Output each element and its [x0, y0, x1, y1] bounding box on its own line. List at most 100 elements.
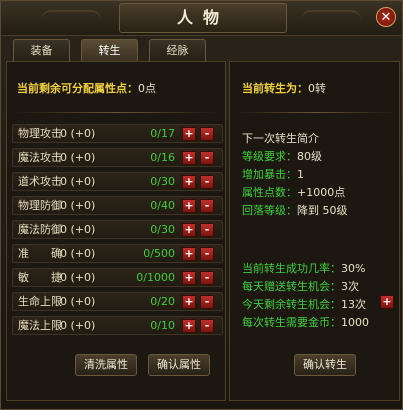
attribute-value: 0 (+0) — [60, 175, 96, 188]
gold-cost: 每次转生需要金币：1000 — [242, 314, 369, 330]
attribute-row: 敏 捷0 (+0) 0/1000 + - — [12, 268, 223, 287]
attribute-row: 物理攻击 0 (+0) 0/17 + - — [12, 124, 223, 143]
decrease-attribute-button[interactable]: - — [200, 295, 214, 309]
increase-attribute-button[interactable]: + — [182, 247, 196, 261]
success-rate-label: 当前转生成功几率： — [242, 262, 341, 275]
crit-bonus-label: 增加暴击： — [242, 168, 297, 181]
attribute-row: 准 确0 (+0) 0/500 + - — [12, 244, 223, 263]
drop-level: 回落等级：降到 50级 — [242, 202, 348, 218]
attribute-name: 生命上限 — [18, 295, 62, 308]
attribute-progress: 0/30 — [150, 223, 175, 236]
remaining-points-value: 0点 — [138, 82, 156, 95]
decrease-attribute-button[interactable]: - — [200, 151, 214, 165]
attribute-row: 生命上限 0 (+0) 0/20 + - — [12, 292, 223, 311]
attribute-progress: 0/1000 — [136, 271, 175, 284]
level-requirement: 等级要求：80级 — [242, 148, 322, 164]
crit-bonus-value: 1 — [297, 168, 304, 181]
tab-equipment[interactable]: 装备 — [13, 39, 70, 62]
attribute-panel: 当前剩余可分配属性点：0点 物理攻击 0 (+0) 0/17 + - 魔法攻击 0 (+0)… — [6, 61, 226, 401]
decrease-attribute-button[interactable]: - — [200, 127, 214, 141]
drop-level-label: 回落等级： — [242, 204, 297, 217]
remaining-chances-label: 今天剩余转生机会： — [242, 298, 341, 311]
clear-attributes-button[interactable]: 清洗属性 — [75, 354, 137, 376]
attribute-value: 0 (+0) — [60, 199, 96, 212]
attribute-value: 0 (+0) — [60, 127, 96, 140]
increase-attribute-button[interactable]: + — [182, 295, 196, 309]
attribute-progress: 0/30 — [150, 175, 175, 188]
tab-meridian[interactable]: 经脉 — [149, 39, 206, 62]
next-rebirth-title: 下一次转生简介 — [242, 132, 319, 145]
title-bar: 人物 ✕ — [1, 1, 402, 36]
attribute-row: 魔法上限 0 (+0) 0/10 + - — [12, 316, 223, 335]
divider — [236, 112, 394, 113]
attribute-progress: 0/16 — [150, 151, 175, 164]
attribute-value: 0 (+0) — [60, 247, 96, 260]
attribute-progress: 0/500 — [143, 247, 175, 260]
daily-gift-value: 3次 — [341, 280, 359, 293]
increase-attribute-button[interactable]: + — [182, 151, 196, 165]
crit-bonus: 增加暴击：1 — [242, 166, 304, 182]
rebirth-panel: 当前转生为：0转 下一次转生简介 等级要求：80级 增加暴击：1 属性点数：+1… — [229, 61, 400, 401]
attribute-name: 物理攻击 — [18, 127, 62, 140]
current-rebirth-value: 0转 — [308, 82, 326, 95]
attribute-value: 0 (+0) — [60, 319, 96, 332]
attribute-value: 0 (+0) — [60, 223, 96, 236]
attribute-name: 敏 捷 — [18, 271, 62, 284]
confirm-rebirth-button[interactable]: 确认转生 — [294, 354, 356, 376]
attribute-value: 0 (+0) — [60, 151, 96, 164]
decrease-attribute-button[interactable]: - — [200, 175, 214, 189]
current-rebirth: 当前转生为：0转 — [242, 80, 326, 96]
daily-gift-label: 每天赠送转生机会： — [242, 280, 341, 293]
increase-attribute-button[interactable]: + — [182, 223, 196, 237]
remaining-points: 当前剩余可分配属性点：0点 — [17, 80, 156, 96]
attribute-name: 准 确 — [18, 247, 62, 260]
attribute-value: 0 (+0) — [60, 295, 96, 308]
daily-gift-chances: 每天赠送转生机会：3次 — [242, 278, 359, 294]
success-rate-value: 30% — [341, 262, 366, 275]
attribute-points-label: 属性点数： — [242, 186, 297, 199]
increase-attribute-button[interactable]: + — [182, 271, 196, 285]
attribute-progress: 0/10 — [150, 319, 175, 332]
success-rate: 当前转生成功几率：30% — [242, 260, 365, 276]
increase-attribute-button[interactable]: + — [182, 175, 196, 189]
current-rebirth-label: 当前转生为： — [242, 82, 308, 95]
increase-attribute-button[interactable]: + — [182, 199, 196, 213]
divider — [15, 112, 219, 113]
level-requirement-value: 80级 — [297, 150, 322, 163]
attribute-progress: 0/20 — [150, 295, 175, 308]
attribute-points-value: +1000点 — [297, 186, 346, 199]
increase-attribute-button[interactable]: + — [182, 319, 196, 333]
remaining-points-label: 当前剩余可分配属性点： — [17, 82, 138, 95]
close-icon[interactable]: ✕ — [376, 7, 396, 27]
remaining-chances: 今天剩余转生机会：13次 — [242, 296, 366, 312]
confirm-attributes-button[interactable]: 确认属性 — [148, 354, 210, 376]
attribute-name: 魔法攻击 — [18, 151, 62, 164]
decrease-attribute-button[interactable]: - — [200, 271, 214, 285]
gold-cost-label: 每次转生需要金币： — [242, 316, 341, 329]
attribute-points: 属性点数：+1000点 — [242, 184, 345, 200]
attribute-name: 物理防御 — [18, 199, 62, 212]
title-ornament-left — [41, 10, 101, 26]
attribute-name: 魔法防御 — [18, 223, 62, 236]
decrease-attribute-button[interactable]: - — [200, 199, 214, 213]
gold-cost-value: 1000 — [341, 316, 369, 329]
level-requirement-label: 等级要求： — [242, 150, 297, 163]
decrease-attribute-button[interactable]: - — [200, 247, 214, 261]
title-ornament-right — [301, 10, 361, 26]
attribute-name: 魔法上限 — [18, 319, 62, 332]
attribute-progress: 0/40 — [150, 199, 175, 212]
remaining-chances-value: 13次 — [341, 298, 366, 311]
attribute-row: 物理防御 0 (+0) 0/40 + - — [12, 196, 223, 215]
attribute-value: 0 (+0) — [60, 271, 96, 284]
decrease-attribute-button[interactable]: - — [200, 319, 214, 333]
attribute-progress: 0/17 — [150, 127, 175, 140]
window-title: 人物 — [119, 3, 287, 33]
decrease-attribute-button[interactable]: - — [200, 223, 214, 237]
character-window: 人物 ✕ 装备 转生 经脉 当前剩余可分配属性点：0点 物理攻击 0 (+0) 0/… — [0, 0, 403, 410]
add-chance-button[interactable]: + — [380, 295, 394, 309]
increase-attribute-button[interactable]: + — [182, 127, 196, 141]
attribute-row: 道术攻击 0 (+0) 0/30 + - — [12, 172, 223, 191]
tab-rebirth[interactable]: 转生 — [81, 39, 138, 62]
attribute-name: 道术攻击 — [18, 175, 62, 188]
drop-level-value: 降到 50级 — [297, 204, 348, 217]
